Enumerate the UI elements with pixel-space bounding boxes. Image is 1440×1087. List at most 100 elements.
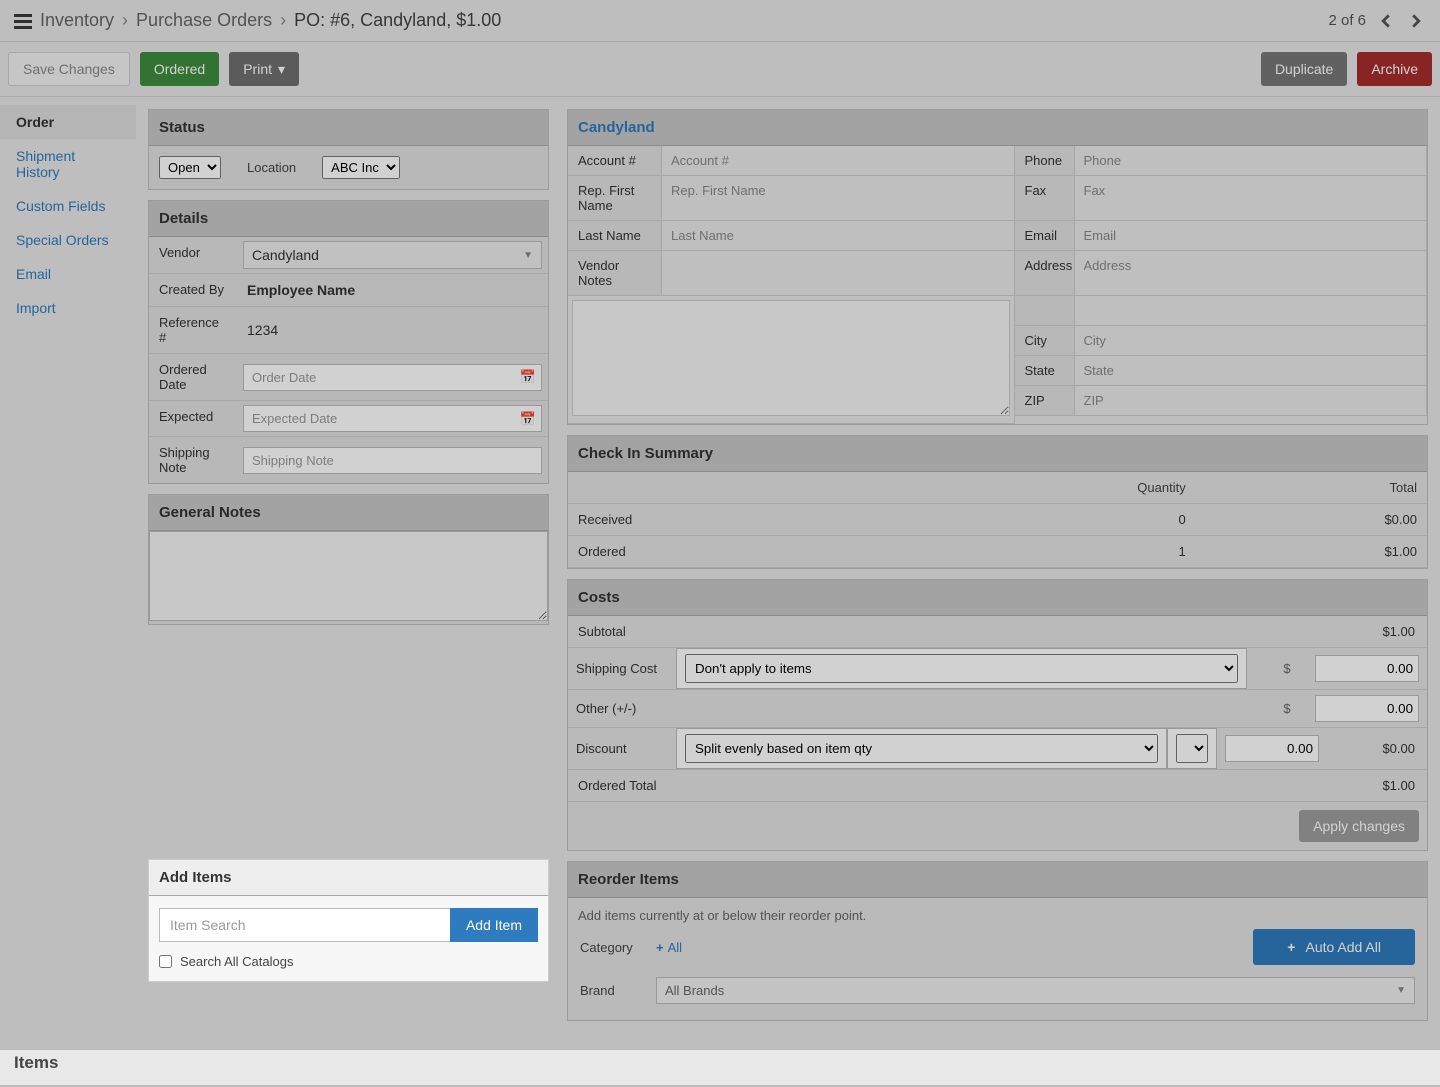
pager-prev-icon[interactable] <box>1376 11 1396 31</box>
sidebar-item-shipment-history[interactable]: Shipment History <box>0 139 136 189</box>
details-heading: Details <box>149 201 548 237</box>
fax-input[interactable] <box>1078 179 1424 202</box>
sidebar: Order Shipment History Custom Fields Spe… <box>0 97 136 1033</box>
vendor-card: Candyland Account # Phone Rep. First Nam… <box>567 109 1428 425</box>
pager-next-icon[interactable] <box>1406 11 1426 31</box>
search-all-catalogs-checkbox[interactable] <box>159 955 172 968</box>
status-panel: Status Open Location ABC Inc <box>148 109 549 190</box>
auto-add-label: Auto Add All <box>1305 939 1381 955</box>
rep-first-name-input[interactable] <box>665 179 1011 202</box>
general-notes-textarea[interactable] <box>149 531 548 621</box>
shipping-cost-select[interactable]: Don't apply to items <box>685 654 1238 683</box>
vendor-name-link[interactable]: Candyland <box>578 119 655 136</box>
ordered-qty: 1 <box>895 536 1196 568</box>
add-items-heading: Add Items <box>149 860 548 896</box>
checkin-heading: Check In Summary <box>568 436 1427 472</box>
sidebar-item-email[interactable]: Email <box>0 257 136 291</box>
rep-first-name-label: Rep. First Name <box>568 176 662 221</box>
shipping-note-input[interactable] <box>243 447 542 474</box>
ordered-button[interactable]: Ordered <box>140 52 219 86</box>
breadcrumb-po-list[interactable]: Purchase Orders <box>136 10 272 31</box>
ordered-total: $1.00 <box>1196 536 1427 568</box>
sidebar-item-special-orders[interactable]: Special Orders <box>0 223 136 257</box>
vendor-select[interactable]: Candyland ▼ <box>243 241 542 269</box>
save-button[interactable]: Save Changes <box>8 52 130 86</box>
address2-input[interactable] <box>1078 299 1424 322</box>
chevron-down-icon: ▾ <box>278 61 285 78</box>
category-all-link[interactable]: All <box>656 940 682 955</box>
sidebar-item-custom-fields[interactable]: Custom Fields <box>0 189 136 223</box>
breadcrumb-current: PO: #6, Candyland, $1.00 <box>294 10 501 31</box>
shipping-cost-label: Shipping Cost <box>568 656 676 681</box>
shipping-currency: $ <box>1267 656 1307 681</box>
phone-label: Phone <box>1015 146 1075 176</box>
ordered-total-value: $1.00 <box>676 770 1427 801</box>
vendor-notes-textarea[interactable] <box>572 300 1010 416</box>
expected-date-input[interactable] <box>243 405 542 432</box>
created-by-value: Employee Name <box>243 278 359 302</box>
chevron-right-icon: › <box>280 10 286 31</box>
vendor-email-input[interactable] <box>1078 224 1424 247</box>
account-label: Account # <box>568 146 662 176</box>
received-total: $0.00 <box>1196 504 1427 536</box>
subtotal-value: $1.00 <box>676 616 1427 647</box>
ordered-label: Ordered <box>568 536 895 568</box>
city-input[interactable] <box>1078 329 1424 352</box>
add-items-panel: Add Items Add Item Search All Catalogs <box>148 859 549 982</box>
vendor-notes-label: Vendor Notes <box>568 251 662 296</box>
location-label: Location <box>247 160 296 175</box>
brand-select[interactable]: All Brands ▼ <box>656 977 1415 1004</box>
sidebar-item-import[interactable]: Import <box>0 291 136 325</box>
discount-select[interactable]: Split evenly based on item qty <box>685 734 1158 763</box>
other-currency: $ <box>1267 696 1307 721</box>
shipping-note-label: Shipping Note <box>149 437 237 483</box>
auto-add-all-button[interactable]: Auto Add All <box>1253 929 1415 965</box>
other-input[interactable] <box>1315 695 1419 722</box>
general-notes-panel: General Notes <box>148 494 549 625</box>
breadcrumb-inventory[interactable]: Inventory <box>40 10 114 31</box>
address-label: Address <box>1015 251 1075 296</box>
state-input[interactable] <box>1078 359 1424 382</box>
status-heading: Status <box>149 110 548 146</box>
breadcrumb: Inventory › Purchase Orders › PO: #6, Ca… <box>14 10 501 31</box>
reorder-hint: Add items currently at or below their re… <box>578 908 1417 923</box>
ordered-total-label: Ordered Total <box>568 770 676 801</box>
apply-changes-button[interactable]: Apply changes <box>1299 810 1419 842</box>
discount-input[interactable] <box>1225 735 1319 762</box>
brand-value: All Brands <box>665 983 724 998</box>
reference-label: Reference # <box>149 307 237 353</box>
account-input[interactable] <box>665 149 1011 172</box>
checkin-total-header: Total <box>1196 472 1427 504</box>
status-select[interactable]: Open <box>159 156 221 179</box>
triangle-down-icon: ▼ <box>1396 985 1406 996</box>
brand-label: Brand <box>580 983 644 998</box>
calendar-icon[interactable]: 📅 <box>520 369 536 385</box>
print-button[interactable]: Print ▾ <box>229 52 299 86</box>
archive-button[interactable]: Archive <box>1357 52 1432 86</box>
ordered-date-input[interactable] <box>243 364 542 391</box>
address-input[interactable] <box>1078 254 1424 277</box>
location-select[interactable]: ABC Inc <box>322 156 400 179</box>
pager-label: 2 of 6 <box>1328 12 1366 29</box>
received-label: Received <box>568 504 895 536</box>
fax-label: Fax <box>1015 176 1075 221</box>
zip-label: ZIP <box>1015 386 1075 416</box>
checkin-qty-header: Quantity <box>895 472 1196 504</box>
zip-input[interactable] <box>1078 389 1424 412</box>
checkin-summary-panel: Check In Summary QuantityTotal Received0… <box>567 435 1428 569</box>
item-search-input[interactable] <box>159 908 450 942</box>
duplicate-button[interactable]: Duplicate <box>1261 52 1347 86</box>
discount-currency-select[interactable]: $ <box>1176 734 1208 763</box>
last-name-input[interactable] <box>665 224 1011 247</box>
category-label: Category <box>580 940 644 955</box>
discount-total: $0.00 <box>1327 736 1427 761</box>
menu-icon[interactable] <box>14 14 32 28</box>
chevron-right-icon: › <box>122 10 128 31</box>
add-item-button[interactable]: Add Item <box>450 908 538 942</box>
created-by-label: Created By <box>149 274 237 306</box>
phone-input[interactable] <box>1078 149 1424 172</box>
shipping-cost-input[interactable] <box>1315 655 1419 682</box>
calendar-icon[interactable]: 📅 <box>520 411 536 427</box>
sidebar-item-order[interactable]: Order <box>0 105 136 139</box>
reorder-heading: Reorder Items <box>568 862 1427 898</box>
